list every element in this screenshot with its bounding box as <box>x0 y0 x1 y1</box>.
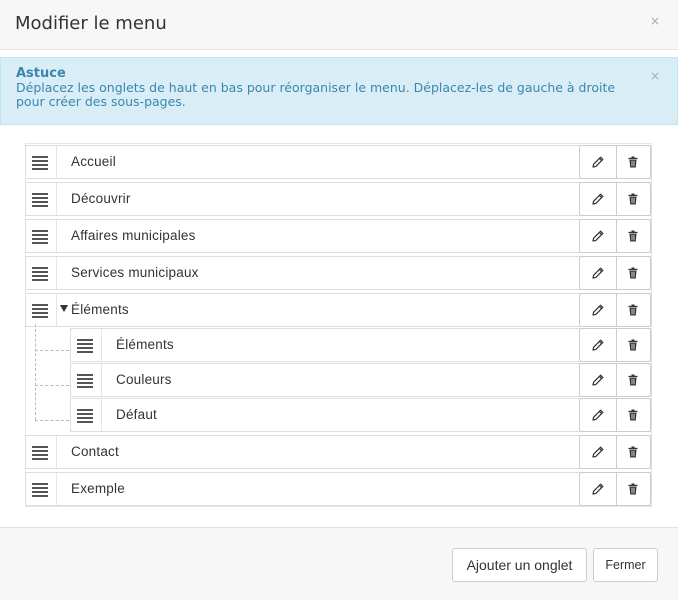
row-actions <box>579 145 651 179</box>
edit-button[interactable] <box>580 436 617 468</box>
delete-button[interactable] <box>616 257 650 289</box>
menu-item-label: Éléments <box>116 337 174 352</box>
delete-button[interactable] <box>616 364 650 396</box>
drag-handle-icon[interactable] <box>26 473 57 505</box>
delete-button[interactable] <box>616 473 650 505</box>
tree-connector <box>35 420 69 421</box>
close-button[interactable]: Fermer <box>593 548 658 582</box>
alert-message: Déplacez les onglets de haut en bas pour… <box>16 80 616 109</box>
alert-close-icon[interactable]: × <box>650 69 660 83</box>
edit-button[interactable] <box>580 364 617 396</box>
menu-item-row[interactable]: Éléments <box>25 293 652 327</box>
drag-handle-icon[interactable] <box>71 399 102 431</box>
modal-header: Modifier le menu × <box>0 0 678 50</box>
drag-handle-icon[interactable] <box>26 183 57 215</box>
drag-handle-icon[interactable] <box>26 436 57 468</box>
menu-item-label: Accueil <box>71 154 116 169</box>
menu-item-label: Affaires municipales <box>71 228 196 243</box>
delete-button[interactable] <box>616 183 650 215</box>
menu-subitem-row[interactable]: Éléments <box>70 328 652 362</box>
drag-handle-icon[interactable] <box>71 364 102 396</box>
alert-title: Astuce <box>16 66 66 81</box>
edit-button[interactable] <box>580 146 617 178</box>
row-actions <box>579 472 651 506</box>
modal-footer: Ajouter un onglet Fermer <box>0 527 678 600</box>
menu-item-row[interactable]: Exemple <box>25 472 652 506</box>
delete-button[interactable] <box>616 329 650 361</box>
edit-button[interactable] <box>580 399 617 431</box>
modal-title: Modifier le menu <box>15 13 167 34</box>
edit-button[interactable] <box>580 294 617 326</box>
menu-item-row[interactable]: Services municipaux <box>25 256 652 290</box>
tree-connector <box>35 385 69 386</box>
tree-connector <box>35 350 69 351</box>
drag-handle-icon[interactable] <box>26 220 57 252</box>
edit-button[interactable] <box>580 257 617 289</box>
menu-item-label: Éléments <box>71 302 129 317</box>
delete-button[interactable] <box>616 399 650 431</box>
add-tab-button[interactable]: Ajouter un onglet <box>452 548 587 582</box>
menu-item-label: Découvrir <box>71 191 131 206</box>
row-actions <box>579 293 651 327</box>
menu-item-label: Exemple <box>71 481 125 496</box>
delete-button[interactable] <box>616 146 650 178</box>
delete-button[interactable] <box>616 294 650 326</box>
menu-item-row[interactable]: Contact <box>25 435 652 469</box>
tree-connector <box>35 324 36 420</box>
delete-button[interactable] <box>616 220 650 252</box>
row-actions <box>579 219 651 253</box>
tip-alert: Astuce Déplacez les onglets de haut en b… <box>0 57 678 125</box>
row-actions <box>579 363 651 397</box>
menu-item-row[interactable]: Accueil <box>25 145 652 179</box>
row-actions <box>579 435 651 469</box>
menu-subitem-row[interactable]: Couleurs <box>70 363 652 397</box>
row-actions <box>579 256 651 290</box>
modal-close-icon[interactable]: × <box>650 14 660 28</box>
menu-item-label: Couleurs <box>116 372 172 387</box>
drag-handle-icon[interactable] <box>26 294 57 326</box>
menu-item-label: Défaut <box>116 407 157 422</box>
row-actions <box>579 398 651 432</box>
edit-button[interactable] <box>580 183 617 215</box>
menu-item-row[interactable]: Affaires municipales <box>25 219 652 253</box>
drag-handle-icon[interactable] <box>71 329 102 361</box>
menu-item-row[interactable]: Découvrir <box>25 182 652 216</box>
edit-button[interactable] <box>580 329 617 361</box>
edit-button[interactable] <box>580 220 617 252</box>
row-actions <box>579 328 651 362</box>
drag-handle-icon[interactable] <box>26 146 57 178</box>
row-actions <box>579 182 651 216</box>
drag-handle-icon[interactable] <box>26 257 57 289</box>
caret-down-icon[interactable] <box>60 305 68 312</box>
menu-item-label: Services municipaux <box>71 265 199 280</box>
menu-subitem-row[interactable]: Défaut <box>70 398 652 432</box>
edit-button[interactable] <box>580 473 617 505</box>
delete-button[interactable] <box>616 436 650 468</box>
menu-item-label: Contact <box>71 444 119 459</box>
